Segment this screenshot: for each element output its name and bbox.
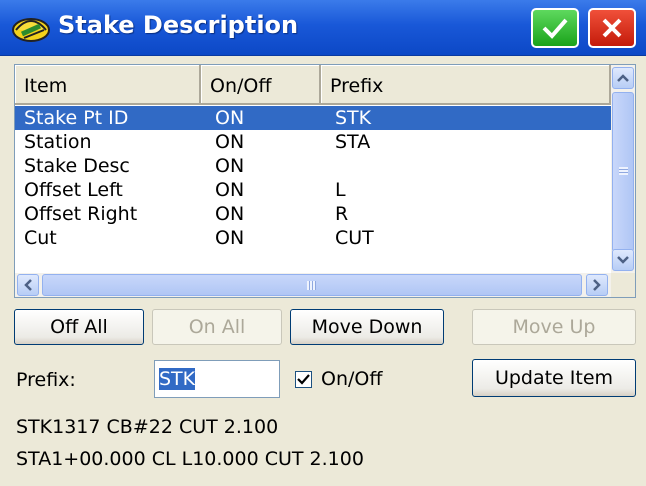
list-rows: Stake Pt ID ON STK Station ON STA Stake … xyxy=(15,106,611,250)
list-row[interactable]: Station ON STA xyxy=(15,130,611,154)
prefix-input[interactable]: STK xyxy=(154,360,280,398)
row-prefix: CUT xyxy=(335,227,374,249)
scroll-up-button[interactable] xyxy=(612,67,634,89)
row-item: Offset Left xyxy=(24,179,123,201)
list-row[interactable]: Cut ON CUT xyxy=(15,226,611,250)
row-item: Offset Right xyxy=(24,203,138,225)
horizontal-scrollbar[interactable] xyxy=(15,273,611,297)
chevron-left-icon xyxy=(24,279,32,291)
list-row[interactable]: Stake Pt ID ON STK xyxy=(15,106,611,130)
row-prefix: STK xyxy=(335,107,372,129)
row-prefix: STA xyxy=(335,131,371,153)
row-state: ON xyxy=(215,107,245,129)
preview-line-1: STK1317 CB#22 CUT 2.100 xyxy=(16,416,279,438)
row-state: ON xyxy=(215,155,245,177)
update-item-button[interactable]: Update Item xyxy=(472,359,636,397)
preview-line-2: STA1+00.000 CL L10.000 CUT 2.100 xyxy=(16,448,364,470)
row-state: ON xyxy=(215,227,245,249)
hardhat-icon xyxy=(12,18,50,42)
list-header: Item On/Off Prefix xyxy=(15,65,611,105)
close-button[interactable] xyxy=(588,8,636,48)
onoff-label[interactable]: On/Off xyxy=(321,368,382,390)
column-header-onoff[interactable]: On/Off xyxy=(201,65,321,105)
list-row[interactable]: Stake Desc ON xyxy=(15,154,611,178)
vertical-scrollbar[interactable] xyxy=(611,65,635,273)
move-up-button[interactable]: Move Up xyxy=(472,309,636,345)
chevron-down-icon xyxy=(617,256,629,264)
prefix-label: Prefix: xyxy=(16,369,76,391)
row-item: Station xyxy=(24,131,92,153)
chevron-right-icon xyxy=(593,279,601,291)
scrollbar-corner xyxy=(611,273,635,297)
row-state: ON xyxy=(215,203,245,225)
close-icon xyxy=(602,18,622,38)
check-icon xyxy=(297,374,310,385)
list-row[interactable]: Offset Left ON L xyxy=(15,178,611,202)
column-header-prefix[interactable]: Prefix xyxy=(321,65,611,105)
list-row[interactable]: Offset Right ON R xyxy=(15,202,611,226)
vertical-scroll-thumb[interactable] xyxy=(612,92,634,252)
title-bar: Stake Description xyxy=(0,0,646,56)
chevron-up-icon xyxy=(617,74,629,82)
row-prefix xyxy=(321,154,611,178)
window-title: Stake Description xyxy=(58,11,299,39)
scroll-down-button[interactable] xyxy=(612,249,634,271)
row-state: ON xyxy=(215,179,245,201)
row-item: Stake Desc xyxy=(24,155,130,177)
on-all-button[interactable]: On All xyxy=(152,309,282,345)
thumb-grip xyxy=(307,281,316,290)
column-header-item[interactable]: Item xyxy=(15,65,201,105)
horizontal-scroll-thumb[interactable] xyxy=(42,274,582,296)
scroll-right-button[interactable] xyxy=(586,274,608,296)
ok-button[interactable] xyxy=(531,8,579,48)
checkmark-icon xyxy=(542,18,568,39)
row-item: Stake Pt ID xyxy=(24,107,129,129)
prefix-input-value: STK xyxy=(159,368,196,390)
description-list[interactable]: Item On/Off Prefix Stake Pt ID ON STK St… xyxy=(14,64,636,298)
thumb-grip xyxy=(619,167,628,175)
scroll-left-button[interactable] xyxy=(17,274,39,296)
row-state: ON xyxy=(215,131,245,153)
onoff-checkbox[interactable] xyxy=(295,371,312,388)
off-all-button[interactable]: Off All xyxy=(14,309,144,345)
row-prefix: L xyxy=(335,179,346,201)
row-prefix: R xyxy=(335,203,349,225)
move-down-button[interactable]: Move Down xyxy=(290,309,444,345)
row-item: Cut xyxy=(24,227,57,249)
